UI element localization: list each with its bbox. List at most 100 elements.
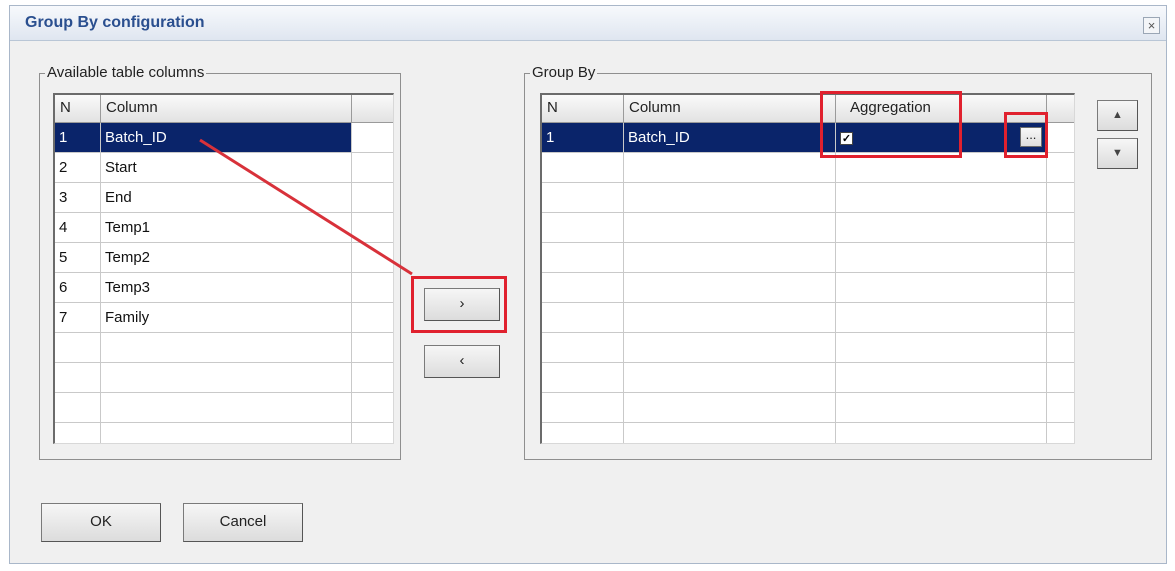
- table-row[interactable]: 4 Temp1: [55, 213, 393, 243]
- cell-column: Batch_ID: [101, 123, 352, 153]
- header-n[interactable]: N: [55, 95, 101, 122]
- cell-n: 6: [55, 273, 101, 303]
- cell-aggregation: [836, 243, 1047, 273]
- right-arrow-icon: ›: [459, 295, 465, 312]
- cell-n: [55, 423, 101, 443]
- cell-aggregation: [836, 183, 1047, 213]
- table-row[interactable]: [55, 333, 393, 363]
- cell-n: [542, 273, 624, 303]
- cell-column: [624, 363, 836, 393]
- available-columns-grid[interactable]: N Column 1 Batch_ID 2 Start 3 End 4 Temp1 5 Temp2…: [53, 93, 394, 444]
- cell-extra: [1047, 153, 1074, 183]
- cell-n: 2: [55, 153, 101, 183]
- cell-extra: [1047, 213, 1074, 243]
- table-row[interactable]: [542, 213, 1074, 243]
- table-row[interactable]: [542, 393, 1074, 423]
- cell-n: [55, 393, 101, 423]
- cell-column: [624, 153, 836, 183]
- table-row[interactable]: [55, 363, 393, 393]
- group-by-grid-header: N Column Aggregation: [542, 95, 1074, 123]
- cell-n: 1: [542, 123, 624, 153]
- cell-n: [542, 393, 624, 423]
- move-up-button[interactable]: ▲: [1097, 100, 1138, 131]
- highlight-ellipsis: [1004, 112, 1048, 158]
- cell-column: Start: [101, 153, 352, 183]
- cell-aggregation: [836, 213, 1047, 243]
- available-grid-header: N Column: [55, 95, 393, 123]
- cell-extra: [352, 213, 393, 243]
- cell-column: [101, 393, 352, 423]
- cell-extra: [352, 183, 393, 213]
- table-row[interactable]: [542, 423, 1074, 443]
- cell-extra: [352, 423, 393, 443]
- table-row[interactable]: [542, 183, 1074, 213]
- move-down-button[interactable]: ▼: [1097, 138, 1138, 169]
- cell-extra: [1047, 183, 1074, 213]
- cell-n: [542, 303, 624, 333]
- cell-n: 1: [55, 123, 101, 153]
- header-n[interactable]: N: [542, 95, 624, 122]
- table-row[interactable]: [542, 153, 1074, 183]
- cell-column: [624, 183, 836, 213]
- cell-column: [624, 213, 836, 243]
- cell-n: [542, 213, 624, 243]
- cell-aggregation: [836, 393, 1047, 423]
- remove-column-button[interactable]: ‹: [424, 345, 500, 378]
- table-row[interactable]: [542, 363, 1074, 393]
- cell-extra: [352, 123, 393, 153]
- table-row[interactable]: 3 End: [55, 183, 393, 213]
- group-by-dialog: Group By configuration × Available table…: [9, 5, 1167, 564]
- cell-n: [542, 363, 624, 393]
- cell-column: [101, 363, 352, 393]
- cell-column: [624, 303, 836, 333]
- cell-n: [55, 363, 101, 393]
- cell-column: Temp3: [101, 273, 352, 303]
- cell-extra: [1047, 243, 1074, 273]
- cell-column: [624, 273, 836, 303]
- cell-column: Temp1: [101, 213, 352, 243]
- cell-n: [542, 183, 624, 213]
- table-row[interactable]: 1 Batch_ID ✓...: [542, 123, 1074, 153]
- close-icon[interactable]: ×: [1143, 17, 1160, 34]
- down-arrow-icon: ▼: [1112, 147, 1123, 159]
- cell-aggregation: [836, 303, 1047, 333]
- header-column[interactable]: Column: [624, 95, 836, 122]
- available-columns-groupbox: Available table columns N Column 1 Batch_…: [39, 64, 401, 460]
- cell-n: [542, 153, 624, 183]
- add-column-button[interactable]: ›: [424, 288, 500, 321]
- highlight-aggregation: [820, 91, 962, 158]
- ok-button[interactable]: OK: [41, 503, 161, 542]
- cell-column: Batch_ID: [624, 123, 836, 153]
- table-row[interactable]: 6 Temp3: [55, 273, 393, 303]
- cell-extra: [352, 333, 393, 363]
- table-row[interactable]: [542, 303, 1074, 333]
- cell-n: [542, 243, 624, 273]
- table-row[interactable]: 7 Family: [55, 303, 393, 333]
- cell-extra: [352, 273, 393, 303]
- cell-extra: [1047, 363, 1074, 393]
- cell-column: [624, 333, 836, 363]
- dialog-title: Group By configuration: [25, 14, 205, 31]
- table-row[interactable]: 5 Temp2: [55, 243, 393, 273]
- cell-column: Temp2: [101, 243, 352, 273]
- cell-column: [101, 333, 352, 363]
- table-row[interactable]: 1 Batch_ID: [55, 123, 393, 153]
- table-row[interactable]: 2 Start: [55, 153, 393, 183]
- header-column[interactable]: Column: [101, 95, 352, 122]
- table-row[interactable]: [542, 333, 1074, 363]
- cell-n: 5: [55, 243, 101, 273]
- cell-extra: [352, 153, 393, 183]
- cell-n: [542, 423, 624, 443]
- cancel-button[interactable]: Cancel: [183, 503, 303, 542]
- table-row[interactable]: [542, 243, 1074, 273]
- table-row[interactable]: [55, 423, 393, 443]
- cell-n: 7: [55, 303, 101, 333]
- group-by-grid[interactable]: N Column Aggregation 1 Batch_ID ✓...: [540, 93, 1075, 444]
- cell-n: [55, 333, 101, 363]
- table-row[interactable]: [542, 273, 1074, 303]
- cell-extra: [1047, 393, 1074, 423]
- table-row[interactable]: [55, 393, 393, 423]
- cell-n: 4: [55, 213, 101, 243]
- cell-extra: [352, 393, 393, 423]
- cell-aggregation: [836, 363, 1047, 393]
